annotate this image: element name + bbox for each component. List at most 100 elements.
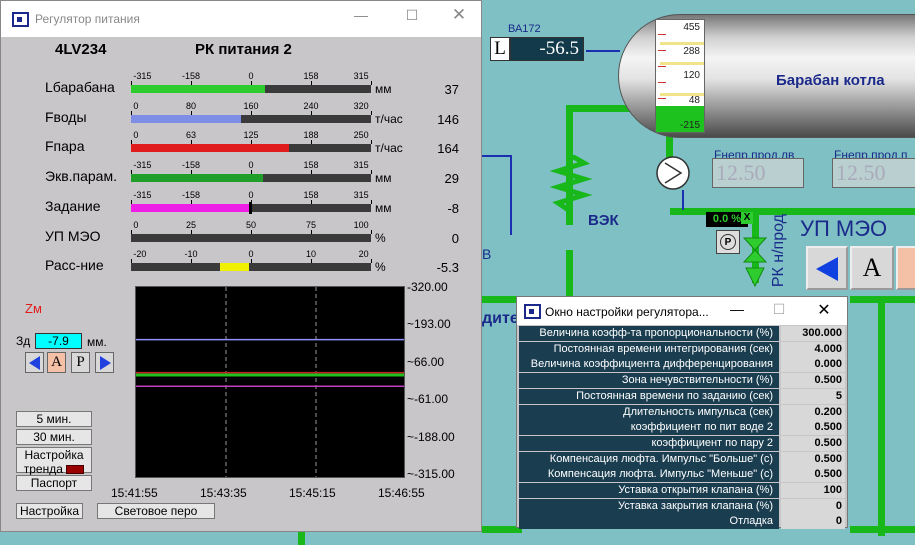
param-label: Постоянная времени по заданию (сек): [519, 388, 779, 404]
scale-tick-label: 315: [353, 160, 369, 171]
row-bar-fill: [131, 174, 263, 183]
scale-tick: [371, 140, 372, 145]
increase-button[interactable]: [95, 352, 114, 373]
scale-tick-label: -158: [181, 160, 201, 171]
row-scale: -315 -158 0 158 315: [131, 71, 372, 85]
row-label: Экв.парам.: [45, 168, 117, 185]
trend-icon: [66, 465, 85, 475]
param-row: Величина коэффициента дифференцирования 0…: [519, 357, 845, 373]
row-bar: [131, 263, 371, 272]
arrow-left-button[interactable]: [806, 246, 848, 290]
minimize-button[interactable]: —: [346, 7, 376, 23]
param-row: Уставка закрытия клапана (%) 0: [519, 498, 845, 514]
row-bar-fill: [219, 263, 249, 272]
level-value[interactable]: -56.5: [510, 37, 584, 61]
row-label: Fпара: [45, 138, 85, 155]
settings-button[interactable]: Настройка: [16, 503, 83, 519]
manual-button[interactable]: P: [71, 352, 90, 373]
param-value-input[interactable]: 0.500: [781, 435, 845, 451]
param-row: Зона нечувствительности (%) 0.500: [519, 373, 845, 389]
row-label: Lбарабана: [45, 79, 115, 95]
row-bar-fill: [131, 85, 266, 93]
title-bar: Регулятор питания — ☐ ✕: [1, 1, 481, 37]
param-row: Отладка 0: [519, 514, 845, 530]
flow-value-2[interactable]: 12.50: [832, 158, 915, 188]
param-value-input[interactable]: 0.500: [781, 373, 845, 389]
5min-button[interactable]: 5 мин.: [16, 411, 92, 427]
param-row: коэффициент по пару 2 0.500: [519, 435, 845, 451]
valve-actuator[interactable]: P: [716, 230, 740, 254]
dialog-app-icon: [524, 304, 541, 319]
row-bar: [131, 144, 371, 153]
param-label: коэффициент по пару 2: [519, 435, 779, 451]
row-bar: [131, 174, 371, 183]
param-label: Отладка: [519, 514, 779, 530]
setpoint-marker[interactable]: [248, 201, 252, 214]
auto-mode-button[interactable]: A: [850, 246, 894, 290]
flow-value-1[interactable]: 12.50: [712, 158, 804, 188]
param-label: коэффициент по пит воде 2: [519, 420, 779, 436]
scale-tick-label: 315: [353, 71, 369, 81]
param-value-input[interactable]: 5: [781, 388, 845, 404]
scale-tick: [371, 259, 372, 264]
param-value-input[interactable]: 0: [781, 498, 845, 514]
trend-y-label: ~193.00: [407, 317, 451, 332]
partial-label: В: [482, 246, 492, 262]
param-value-input[interactable]: 0.500: [781, 467, 845, 483]
row-value: 29: [444, 171, 459, 187]
param-value-input[interactable]: 0.500: [781, 420, 845, 436]
dialog-minimize-button[interactable]: —: [722, 301, 752, 317]
param-value-input[interactable]: 0: [781, 514, 845, 530]
dialog-maximize-button[interactable]: ☐: [764, 301, 794, 318]
scale-label: -215: [679, 120, 700, 131]
scale-tick-label: 75: [305, 219, 317, 230]
valve-icon[interactable]: [740, 228, 770, 290]
row-unit: %: [375, 260, 386, 275]
trend-settings-button[interactable]: Настройка тренда: [16, 447, 92, 476]
dialog-title: Окно настройки регулятора...: [545, 305, 709, 319]
scale-tick: [658, 50, 666, 51]
param-value-input[interactable]: 0.500: [781, 451, 845, 467]
30min-button[interactable]: 30 мин.: [16, 429, 92, 445]
trend-chart: [135, 286, 405, 478]
param-value-input[interactable]: 4.000: [781, 341, 845, 357]
scale-tick-label: 125: [243, 130, 259, 141]
valve-x-mark: X: [741, 212, 753, 224]
scale-tick-label: 0: [248, 71, 254, 81]
row-bar-fill: [131, 203, 249, 212]
close-button[interactable]: ✕: [444, 5, 474, 25]
param-label: Компенсация люфта. Импульс "Меньше" (с): [519, 467, 779, 483]
param-label: Компенсация люфта. Импульс "Больше" (с): [519, 451, 779, 467]
trend-x-label: 15:43:35: [200, 486, 247, 500]
scale-tick: [371, 199, 372, 204]
scale-label: 120: [683, 70, 700, 81]
setpoint-input[interactable]: -7.9: [35, 333, 82, 349]
trend-x-label: 15:45:15: [289, 486, 336, 500]
auto-button[interactable]: A: [47, 352, 66, 373]
regulator-window: Регулятор питания — ☐ ✕ 4LV234 РК питани…: [0, 0, 482, 532]
scale-tick: [371, 229, 372, 234]
passport-button[interactable]: Паспорт: [16, 475, 92, 491]
param-value-input[interactable]: 300.000: [781, 326, 845, 341]
scale-tick-label: 25: [185, 219, 197, 230]
param-value-input[interactable]: 0.200: [781, 404, 845, 420]
param-row: Постоянная времени по заданию (сек) 5: [519, 388, 845, 404]
manual-mode-button[interactable]: [896, 246, 915, 290]
trend-y-label: ~66.00: [407, 354, 445, 369]
light-pen-button[interactable]: Световое перо: [97, 503, 215, 519]
scale-tick-label: 315: [353, 189, 369, 200]
scale-tick-label: -315: [133, 71, 152, 81]
dialog-close-button[interactable]: ✕: [809, 300, 839, 320]
window-title: Регулятор питания: [35, 12, 140, 26]
row-unit: мм: [375, 82, 392, 96]
maximize-button[interactable]: ☐: [397, 7, 427, 24]
level-letter: L: [490, 37, 510, 61]
param-value-input[interactable]: 0.000: [781, 357, 845, 373]
row-value: 146: [437, 111, 459, 127]
param-label: Зона нечувствительности (%): [519, 373, 779, 389]
decrease-button[interactable]: [25, 352, 44, 373]
param-row: Длительность импульса (сек) 0.200: [519, 404, 845, 420]
param-row: коэффициент по пит воде 2 0.500: [519, 420, 845, 436]
pump-icon[interactable]: [655, 155, 691, 191]
param-value-input[interactable]: 100: [781, 483, 845, 498]
